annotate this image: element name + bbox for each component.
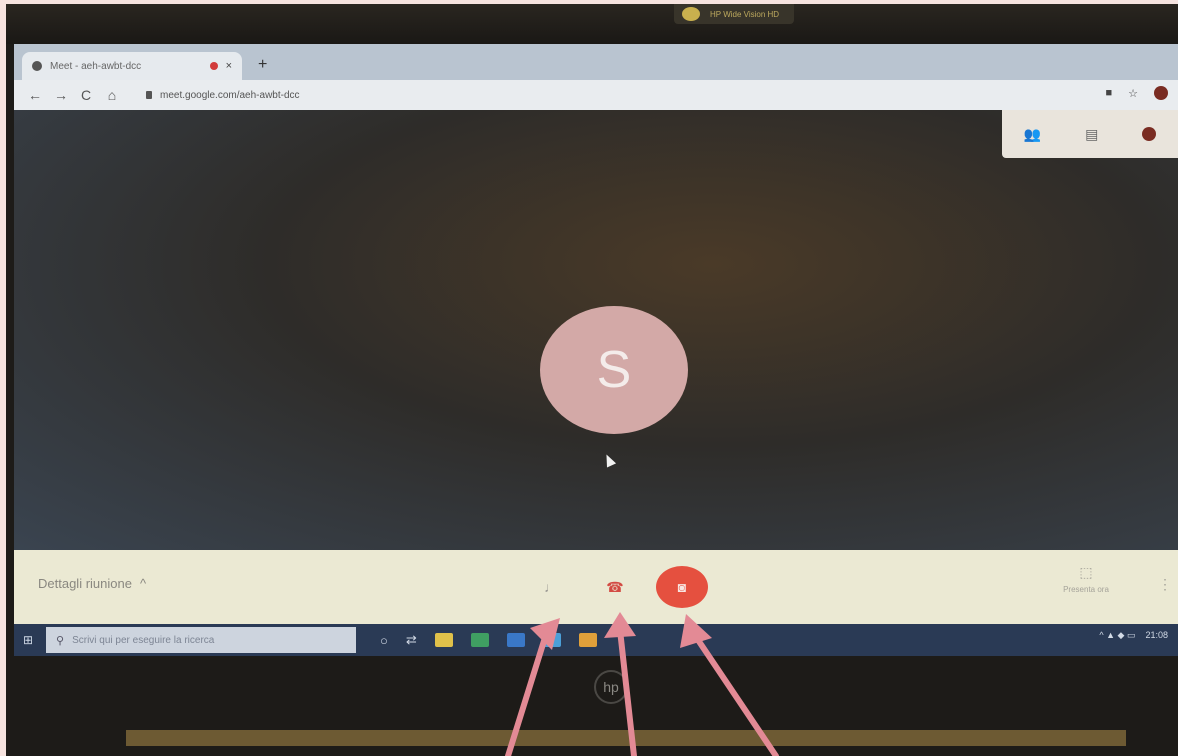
profile-avatar-icon[interactable] [1154,86,1168,100]
cortana-icon[interactable]: ○ [380,633,388,648]
hang-up-button[interactable]: ☎ [598,572,632,602]
camera-off-icon: ◙ [677,579,687,595]
taskbar-search-box[interactable]: ⚲ Scrivi qui per eseguire la ricerca [46,627,356,653]
hang-up-icon: ☎ [606,578,624,595]
camera-in-use-icon[interactable]: ■ [1105,87,1112,99]
chevron-up-icon: ^ [139,576,147,591]
url-field[interactable]: meet.google.com/aeh-awbt-dcc [146,84,1026,106]
windows-taskbar: ⊞ ⚲ Scrivi qui per eseguire la ricerca ○… [14,624,1178,656]
reload-icon[interactable]: C [80,87,92,103]
people-icon[interactable]: 👥 [1024,126,1041,143]
meet-top-panel: 👥 ▤ [1002,110,1178,158]
meeting-details-button[interactable]: Dettagli riunione ^ [38,576,146,591]
home-icon[interactable]: ⌂ [106,87,118,103]
recording-dot-icon [209,62,218,70]
call-control-bar: Dettagli riunione ^ ♩ ☎ ◙ ⬚ Presenta ora… [14,550,1178,624]
laptop-bezel: HP Wide Vision HD Meet - aeh-awbt-dcc × … [6,4,1178,756]
webcam-icon [682,7,700,21]
keyboard-edge [126,730,1126,746]
start-button[interactable]: ⊞ [14,624,42,656]
clock[interactable]: 21:08 [1145,630,1168,641]
browser-address-bar: ← → C ⌂ meet.google.com/aeh-awbt-dcc ■ ☆ [14,80,1178,110]
camera-off-button[interactable]: ◙ [656,566,708,608]
mouse-cursor-icon [601,452,617,468]
store-icon[interactable] [506,633,525,647]
more-options-icon[interactable]: ⋮ [1158,576,1172,593]
laptop-screen: Meet - aeh-awbt-dcc × + ← → C ⌂ meet.goo… [14,44,1178,656]
present-now-label: Presenta ora [1063,585,1109,594]
tray-icons[interactable]: ^ ▲ ◆ ▭ [1099,630,1135,641]
new-tab-button[interactable]: + [258,56,267,74]
task-view-icon[interactable]: ⇄ [406,632,417,648]
present-screen-icon: ⬚ [1079,564,1093,580]
back-icon[interactable]: ← [28,87,42,103]
microphone-button[interactable]: ♩ [536,572,566,602]
microphone-icon: ♩ [544,579,558,595]
browser-tabbar: Meet - aeh-awbt-dcc × + [14,44,1178,80]
search-icon: ⚲ [56,634,65,647]
meet-video-stage: 👥 ▤ S [14,110,1178,550]
meeting-details-label: Dettagli riunione [38,576,132,591]
self-avatar-icon[interactable] [1142,127,1157,141]
app-icon[interactable] [578,633,597,647]
hp-logo: hp [594,670,628,704]
browser-tab-meet[interactable]: Meet - aeh-awbt-dcc × [22,52,242,80]
bookmark-star-icon[interactable]: ☆ [1128,87,1138,100]
close-tab-icon[interactable]: × [226,60,232,72]
lock-icon [146,91,152,99]
tab-title: Meet - aeh-awbt-dcc [50,60,142,72]
top-bezel [6,4,1178,44]
webcam-label: HP Wide Vision HD [710,10,780,19]
present-now-button[interactable]: ⬚ Presenta ora [1038,564,1134,594]
mail-icon[interactable] [542,633,561,647]
taskbar-apps: ○ ⇄ [380,632,597,648]
chat-icon[interactable]: ▤ [1085,126,1098,143]
meet-favicon-icon [32,61,42,71]
chrome-icon[interactable] [470,633,489,647]
forward-icon[interactable]: → [54,87,68,103]
url-text: meet.google.com/aeh-awbt-dcc [160,89,300,101]
file-explorer-icon[interactable] [434,633,453,647]
browser-right-icons: ■ ☆ [1105,86,1168,100]
participant-avatar: S [540,306,688,434]
search-placeholder: Scrivi qui per eseguire la ricerca [72,634,215,646]
system-tray: ^ ▲ ◆ ▭ 21:08 [1099,630,1168,641]
